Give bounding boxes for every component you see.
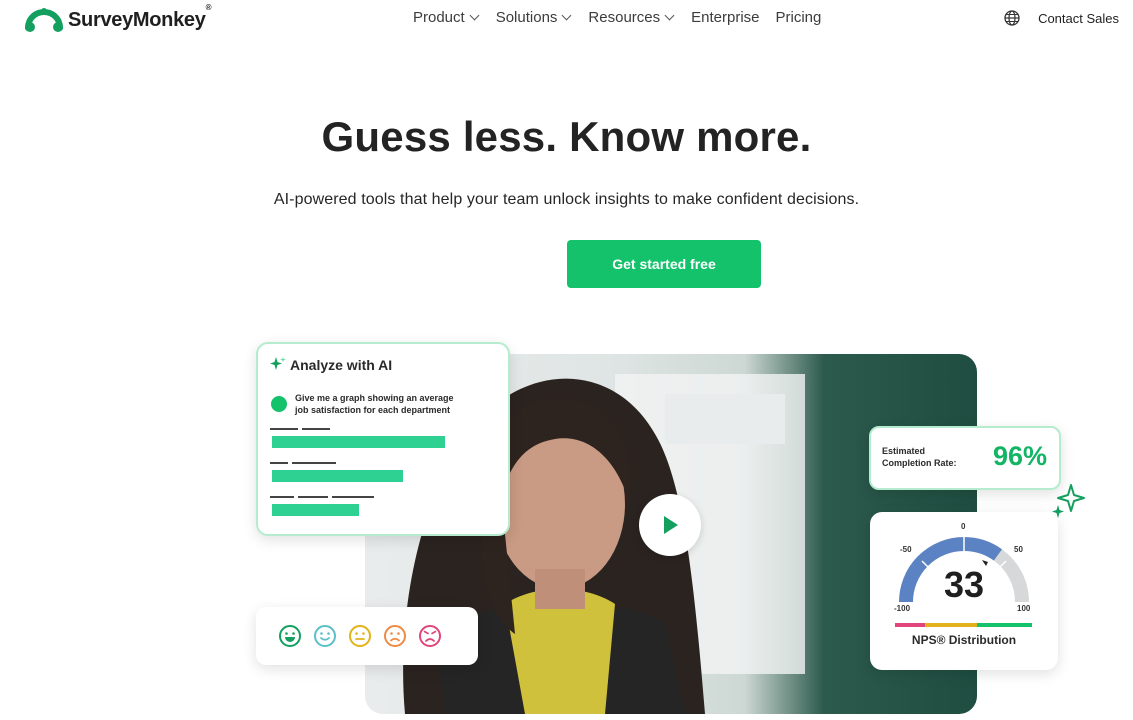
nps-tick-minus50: -50 [900, 545, 912, 554]
completion-rate-value: 96% [992, 441, 1047, 471]
ai-bar-graph [270, 428, 445, 516]
ai-card-title: Analyze with AI [290, 357, 393, 373]
nav-solutions[interactable]: Solutions [496, 9, 573, 26]
very-happy-emoji-icon[interactable] [278, 624, 302, 648]
nps-tick-zero: 0 [961, 522, 966, 531]
main-nav: Product Solutions Resources Enterprise P… [413, 9, 821, 26]
header-actions: Contact Sales [1004, 10, 1119, 26]
chevron-down-icon [561, 10, 572, 21]
monkey-logo-icon [25, 8, 63, 32]
user-avatar-icon [271, 396, 287, 412]
hero-subtitle: AI-powered tools that help your team unl… [273, 191, 860, 208]
nav-pricing[interactable]: Pricing [776, 9, 822, 26]
analyze-ai-card: Analyze with AI Give me a graph showing … [256, 342, 510, 536]
hero-title: Guess less. Know more. [321, 113, 812, 160]
happy-emoji-icon[interactable] [313, 624, 337, 648]
nav-enterprise[interactable]: Enterprise [691, 9, 759, 26]
chevron-down-icon [664, 10, 675, 21]
nav-product[interactable]: Product [413, 9, 480, 26]
brand-name: SurveyMonkey® [68, 2, 212, 31]
play-icon [664, 516, 678, 534]
emoji-rating-card [256, 607, 478, 665]
nav-resources[interactable]: Resources [588, 9, 675, 26]
get-started-button[interactable]: Get started free [567, 240, 761, 288]
globe-icon[interactable] [1004, 10, 1020, 26]
angry-emoji-icon[interactable] [418, 624, 442, 648]
ai-prompt-text: Give me a graph showing an average job s… [295, 393, 454, 415]
nps-card: 0 -50 50 -100 100 33 NPS® Distribution [870, 512, 1058, 670]
sparkle-icon [270, 357, 286, 370]
surveymonkey-logo[interactable]: SurveyMonkey® [24, 2, 212, 35]
nps-tick-plus50: 50 [1014, 545, 1023, 554]
sad-emoji-icon[interactable] [383, 624, 407, 648]
completion-rate-card: Estimated Completion Rate: 96% [869, 426, 1061, 490]
completion-rate-label: Estimated Completion Rate: [882, 446, 957, 468]
contact-sales-link[interactable]: Contact Sales [1038, 11, 1119, 26]
site-header: SurveyMonkey® Product Solutions Resource… [0, 0, 1133, 40]
neutral-emoji-icon[interactable] [348, 624, 372, 648]
nps-label: NPS® Distribution [911, 633, 1017, 647]
play-video-button[interactable] [639, 494, 701, 556]
nps-score: 33 [943, 564, 985, 605]
chevron-down-icon [469, 10, 480, 21]
